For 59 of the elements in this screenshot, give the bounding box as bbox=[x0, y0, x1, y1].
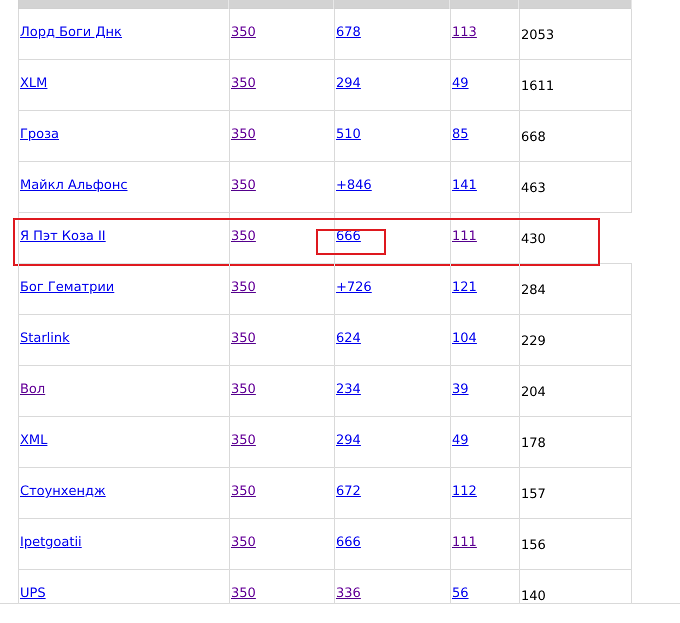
table-link[interactable]: 350 bbox=[231, 382, 256, 397]
table-link[interactable]: Starlink bbox=[20, 331, 70, 346]
table-cell: 156 bbox=[521, 538, 546, 553]
table-link[interactable]: 111 bbox=[452, 535, 477, 550]
table-cell: 178 bbox=[521, 436, 546, 451]
table-link[interactable]: 112 bbox=[452, 484, 477, 499]
table-cell: 2053 bbox=[521, 28, 554, 43]
table-link[interactable]: 49 bbox=[452, 76, 469, 91]
table-link[interactable]: UPS bbox=[20, 586, 46, 601]
table-link[interactable]: 350 bbox=[231, 586, 256, 601]
table-link[interactable]: 350 bbox=[231, 484, 256, 499]
table-link[interactable]: +726 bbox=[336, 280, 372, 295]
table-link[interactable]: 624 bbox=[336, 331, 361, 346]
table-link[interactable]: 510 bbox=[336, 127, 361, 142]
table-link[interactable]: 678 bbox=[336, 25, 361, 40]
table-link[interactable]: Лорд Боги Днк bbox=[20, 25, 122, 40]
table-link[interactable]: XML bbox=[20, 433, 48, 448]
table-link[interactable]: 104 bbox=[452, 331, 477, 346]
table-link[interactable]: 85 bbox=[452, 127, 469, 142]
table-link[interactable]: 39 bbox=[452, 382, 469, 397]
table-link[interactable]: Гроза bbox=[20, 127, 60, 142]
table-link[interactable]: Майкл Альфонс bbox=[20, 178, 128, 193]
table-link[interactable]: Бог Гематрии bbox=[20, 280, 114, 295]
table-cell: 140 bbox=[521, 589, 546, 603]
table-link[interactable]: 336 bbox=[336, 586, 361, 601]
table-cell: 229 bbox=[521, 334, 546, 349]
table-link[interactable]: Стоунхендж bbox=[20, 484, 106, 499]
table-cell: 463 bbox=[521, 181, 546, 196]
table-link[interactable]: 56 bbox=[452, 586, 469, 601]
table-cell: 430 bbox=[521, 232, 546, 247]
table-link[interactable]: XLM bbox=[20, 76, 48, 91]
table-link[interactable]: 141 bbox=[452, 178, 477, 193]
table-cell: 204 bbox=[521, 385, 546, 400]
table-link[interactable]: Вол bbox=[20, 382, 46, 397]
table-cell: 668 bbox=[521, 130, 546, 145]
table-link[interactable]: 350 bbox=[231, 280, 256, 295]
table-link[interactable]: 234 bbox=[336, 382, 361, 397]
table-link[interactable]: 666 bbox=[336, 535, 361, 550]
table-link[interactable]: 111 bbox=[452, 229, 477, 244]
table-link[interactable]: 350 bbox=[231, 127, 256, 142]
table-link[interactable]: 672 bbox=[336, 484, 361, 499]
table-link[interactable]: 350 bbox=[231, 535, 256, 550]
table-link[interactable]: +846 bbox=[336, 178, 372, 193]
table-link[interactable]: 350 bbox=[231, 25, 256, 40]
table-link[interactable]: 350 bbox=[231, 433, 256, 448]
table-cell: 157 bbox=[521, 487, 546, 502]
table-cell: 284 bbox=[521, 283, 546, 298]
table-link[interactable]: 350 bbox=[231, 76, 256, 91]
table-link[interactable]: Ipetgoatii bbox=[20, 535, 82, 550]
table-link[interactable]: Я Пэт Коза II bbox=[20, 229, 106, 244]
table-link[interactable]: 350 bbox=[231, 178, 256, 193]
table-link[interactable]: 294 bbox=[336, 433, 361, 448]
table-link[interactable]: 350 bbox=[231, 331, 256, 346]
table-link[interactable]: 113 bbox=[452, 25, 477, 40]
table-link[interactable]: 294 bbox=[336, 76, 361, 91]
table-link[interactable]: 121 bbox=[452, 280, 477, 295]
table-link[interactable]: 350 bbox=[231, 229, 256, 244]
table-cell: 1611 bbox=[521, 79, 554, 94]
table-link[interactable]: 49 bbox=[452, 433, 469, 448]
